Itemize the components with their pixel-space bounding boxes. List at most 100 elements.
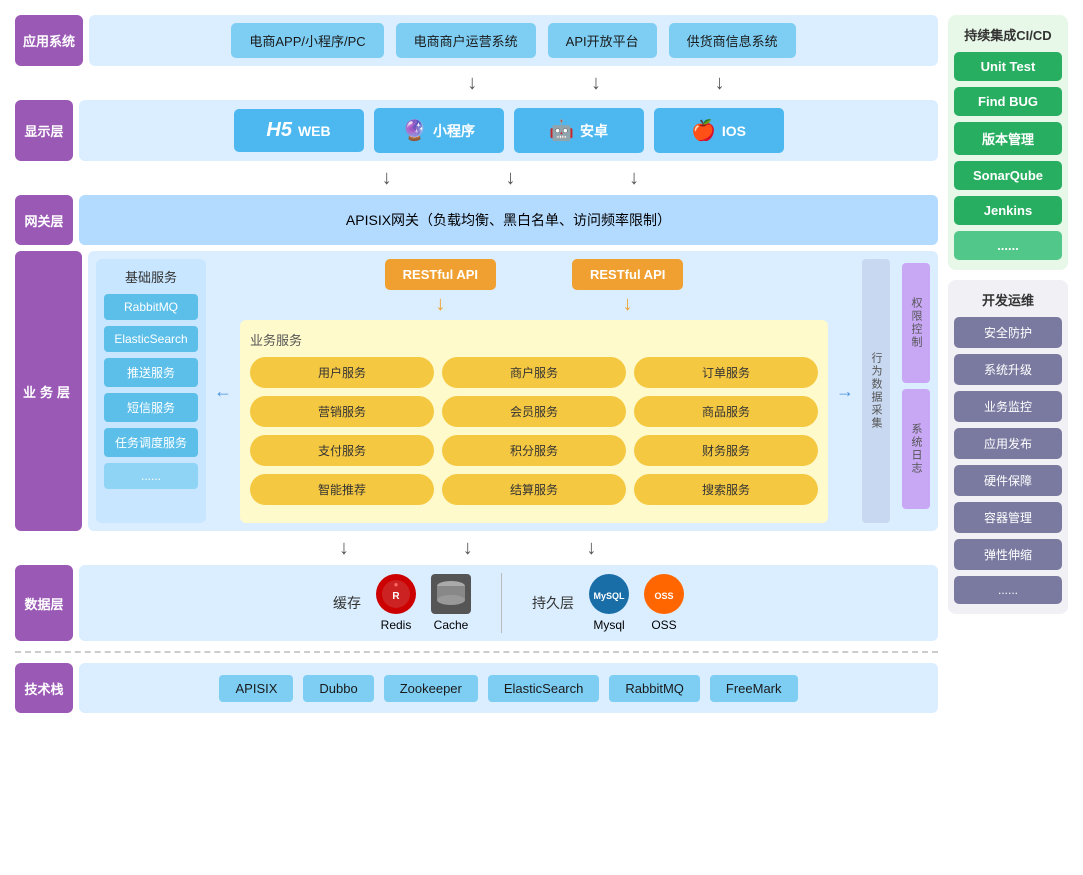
biz-recommend: 智能推荐 xyxy=(250,474,434,505)
spacer xyxy=(504,259,564,314)
app-box-0: 电商APP/小程序/PC xyxy=(231,23,383,58)
tech-dubbo: Dubbo xyxy=(303,675,373,702)
cicd-sonarqube[interactable]: SonarQube xyxy=(954,161,1062,190)
arrow-row-2: ↓ ↓ ↓ xyxy=(15,167,938,189)
devops-elastic[interactable]: 弹性伸缩 xyxy=(954,539,1062,570)
app-layer-label: 应用系统 xyxy=(15,15,83,66)
redis-label: Redis xyxy=(381,618,412,632)
biz-merchant: 商户服务 xyxy=(442,357,626,388)
biz-order: 订单服务 xyxy=(634,357,818,388)
restful-api-box-left: RESTful API xyxy=(385,259,496,290)
arrow-down-2: ↓ xyxy=(591,73,601,93)
display-layer-content: H5 WEB 🔮 小程序 🤖 安卓 🍎 IOS xyxy=(79,100,938,161)
arrow-restful-right: ↓ xyxy=(623,294,633,314)
biz-product: 商品服务 xyxy=(634,396,818,427)
service-sms: 短信服务 xyxy=(104,393,198,422)
cache-label-2: Cache xyxy=(434,618,469,632)
display-box-ios: 🍎 IOS xyxy=(654,108,784,153)
restful-api-box-right: RESTful API xyxy=(572,259,683,290)
biz-marketing: 营销服务 xyxy=(250,396,434,427)
cache-icon xyxy=(431,574,471,614)
arrow-restful-left: ↓ xyxy=(435,294,445,314)
biz-services-area: 业务服务 用户服务 商户服务 订单服务 营销服务 会员服务 商品服务 支付服务 … xyxy=(240,320,828,523)
gateway-layer-label: 网关层 xyxy=(15,195,73,245)
svg-text:R: R xyxy=(392,591,400,602)
display-boxes: H5 WEB 🔮 小程序 🤖 安卓 🍎 IOS xyxy=(87,108,930,153)
main-container: 应用系统 电商APP/小程序/PC 电商商户运营系统 API开放平台 供货商信息… xyxy=(0,0,1083,875)
arrow-left-icon: ← xyxy=(214,381,232,402)
oss-icon: OSS xyxy=(644,574,684,614)
arrow-down-6: ↓ xyxy=(629,168,639,188)
devops-hardware[interactable]: 硬件保障 xyxy=(954,465,1062,496)
data-layer-row: 数据层 缓存 R Redis xyxy=(15,565,938,641)
display-box-android: 🤖 安卓 xyxy=(514,108,644,153)
cache-label: 缓存 xyxy=(333,593,361,613)
tech-layer-content: APISIX Dubbo Zookeeper ElasticSearch Rab… xyxy=(79,663,938,713)
arrow-down-7: ↓ xyxy=(339,538,349,558)
miniapp-icon: 🔮 xyxy=(402,118,427,143)
devops-security[interactable]: 安全防护 xyxy=(954,317,1062,348)
devops-monitor[interactable]: 业务监控 xyxy=(954,391,1062,422)
mysql-item: MySQL Mysql xyxy=(589,574,629,632)
display-layer-label: 显示层 xyxy=(15,100,73,161)
cicd-version[interactable]: 版本管理 xyxy=(954,122,1062,155)
biz-grid: 用户服务 商户服务 订单服务 营销服务 会员服务 商品服务 支付服务 积分服务 … xyxy=(250,357,818,505)
app-box-1: 电商商户运营系统 xyxy=(396,23,536,58)
syslog-bar: 系统日志 xyxy=(902,389,930,509)
biz-points: 积分服务 xyxy=(442,435,626,466)
app-layer-content: 电商APP/小程序/PC 电商商户运营系统 API开放平台 供货商信息系统 xyxy=(89,15,938,66)
arrow-down-5: ↓ xyxy=(505,168,515,188)
tech-rabbitmq: RabbitMQ xyxy=(609,675,700,702)
data-layer-label: 数据层 xyxy=(15,565,73,641)
right-panel: 持续集成CI/CD Unit Test Find BUG 版本管理 SonarQ… xyxy=(948,15,1068,860)
biz-search: 搜索服务 xyxy=(634,474,818,505)
app-box-2: API开放平台 xyxy=(548,23,657,58)
gateway-content: APISIX网关（负载均衡、黑白名单、访问频率限制） xyxy=(79,195,938,245)
display-layer-row: 显示层 H5 WEB 🔮 小程序 🤖 安卓 xyxy=(15,100,938,161)
business-content: 基础服务 RabbitMQ ElasticSearch 推送服务 短信服务 任务… xyxy=(88,251,938,531)
mysql-icon: MySQL xyxy=(589,574,629,614)
cicd-jenkins[interactable]: Jenkins xyxy=(954,196,1062,225)
devops-deploy[interactable]: 应用发布 xyxy=(954,428,1062,459)
cicd-panel: 持续集成CI/CD Unit Test Find BUG 版本管理 SonarQ… xyxy=(948,15,1068,270)
devops-upgrade[interactable]: 系统升级 xyxy=(954,354,1062,385)
cicd-more[interactable]: ...... xyxy=(954,231,1062,260)
persist-label: 持久层 xyxy=(532,593,574,613)
service-rabbitmq: RabbitMQ xyxy=(104,294,198,320)
devops-title: 开发运维 xyxy=(982,290,1034,309)
oss-label: OSS xyxy=(651,618,676,632)
gateway-layer-row: 网关层 APISIX网关（负载均衡、黑白名单、访问频率限制） xyxy=(15,195,938,245)
biz-finance: 财务服务 xyxy=(634,435,818,466)
tech-layer-row: 技术栈 APISIX Dubbo Zookeeper ElasticSearch… xyxy=(15,663,938,713)
arrow-right-icon: → xyxy=(836,381,854,402)
arrow-down-3: ↓ xyxy=(715,73,725,93)
restful-left: RESTful API ↓ xyxy=(385,259,496,314)
oss-item: OSS OSS xyxy=(644,574,684,632)
middle-section: RESTful API ↓ RESTful API ↓ 业务服务 用 xyxy=(240,259,828,523)
gateway-text: APISIX网关（负载均衡、黑白名单、访问频率限制） xyxy=(346,210,671,230)
restful-api-row: RESTful API ↓ RESTful API ↓ xyxy=(240,259,828,314)
app-box-3: 供货商信息系统 xyxy=(669,23,796,58)
biz-payment: 支付服务 xyxy=(250,435,434,466)
service-elasticsearch: ElasticSearch xyxy=(104,326,198,352)
biz-services-title: 业务服务 xyxy=(250,330,818,349)
restful-right: RESTful API ↓ xyxy=(572,259,683,314)
biz-user: 用户服务 xyxy=(250,357,434,388)
arrow-row-1: ↓ ↓ ↓ xyxy=(15,72,938,94)
redis-icon: R xyxy=(376,574,416,614)
arrow-left-container: ← xyxy=(214,259,232,523)
behavior-bar: 行为数据采集 xyxy=(862,259,890,523)
mysql-label: Mysql xyxy=(593,618,624,632)
business-layer-row: 业务层 基础服务 RabbitMQ ElasticSearch 推送服务 短信服… xyxy=(15,251,938,531)
cicd-find-bug[interactable]: Find BUG xyxy=(954,87,1062,116)
devops-container[interactable]: 容器管理 xyxy=(954,502,1062,533)
business-layer-label: 业务层 xyxy=(15,251,82,531)
arrow-down-1: ↓ xyxy=(467,73,477,93)
arrow-row-3: ↓ ↓ ↓ xyxy=(15,537,938,559)
dashed-separator xyxy=(15,651,938,653)
biz-member: 会员服务 xyxy=(442,396,626,427)
devops-more[interactable]: ...... xyxy=(954,576,1062,604)
devops-panel: 开发运维 安全防护 系统升级 业务监控 应用发布 硬件保障 容器管理 弹性伸缩 … xyxy=(948,280,1068,614)
tech-freemark: FreeMark xyxy=(710,675,798,702)
cicd-unit-test[interactable]: Unit Test xyxy=(954,52,1062,81)
